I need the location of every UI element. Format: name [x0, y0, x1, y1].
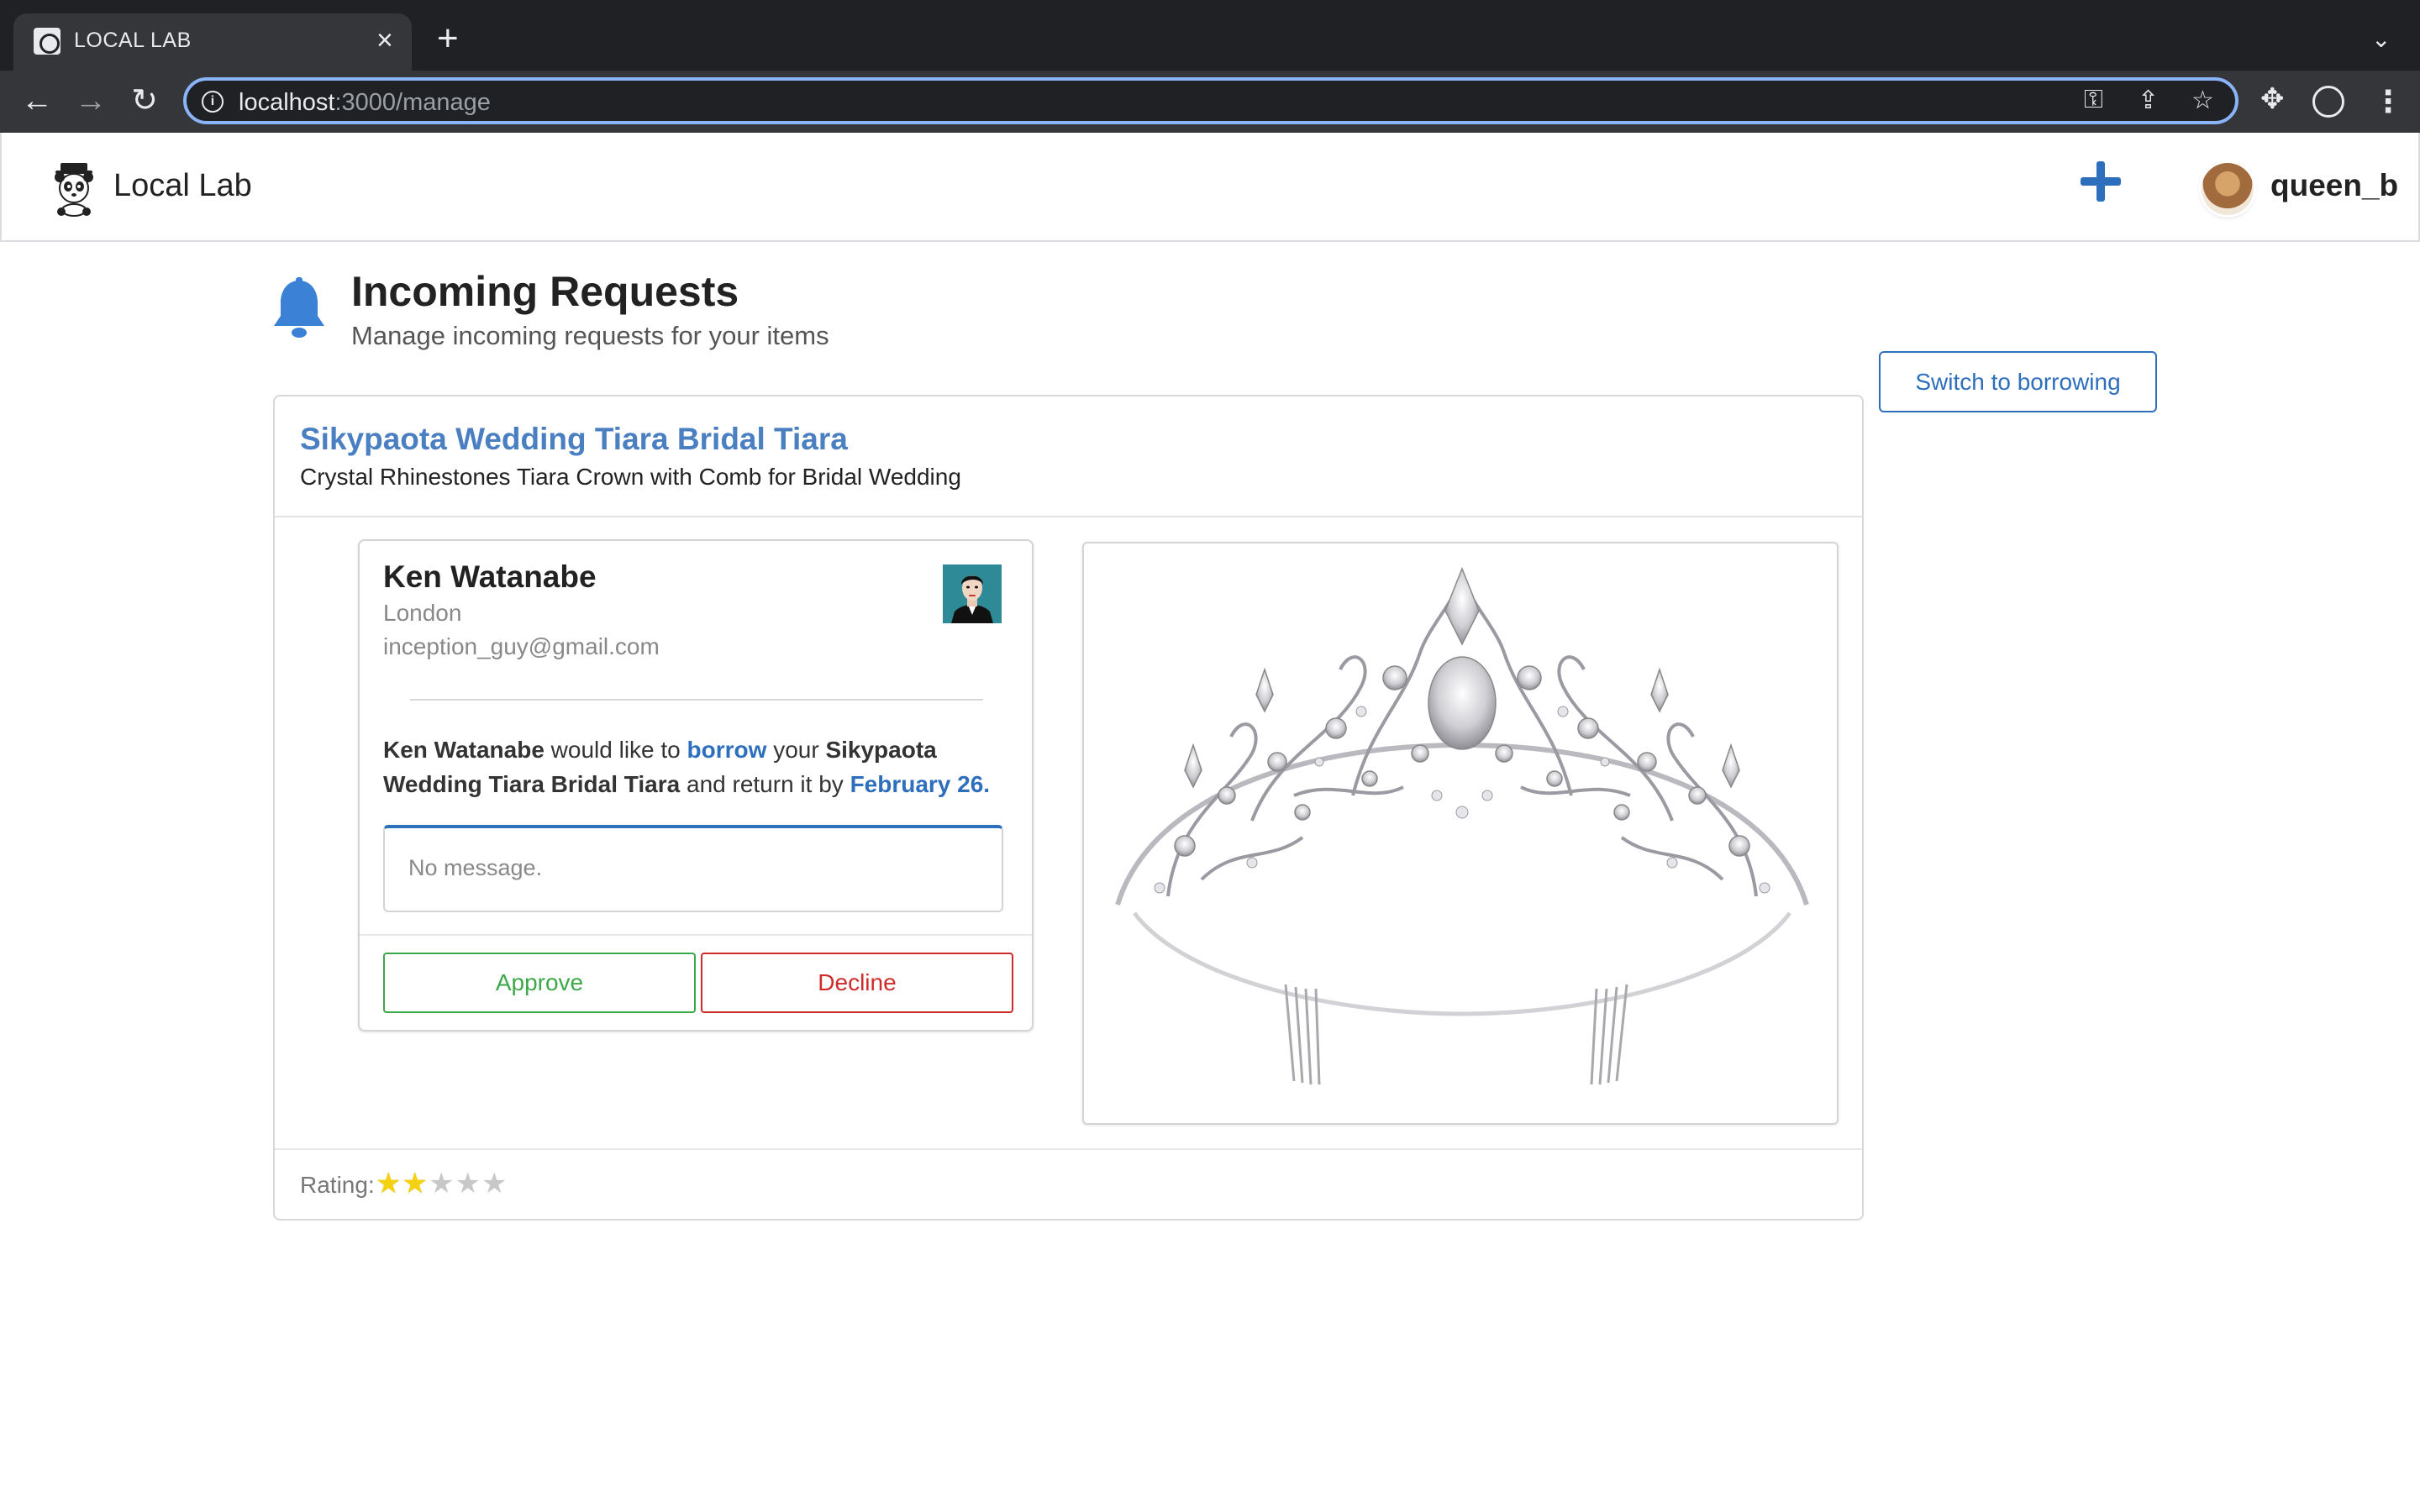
profile-icon[interactable]	[2312, 86, 2344, 118]
url-path: :3000/manage	[334, 89, 491, 116]
requester-avatar	[943, 564, 1002, 623]
browser-tab[interactable]: LOCAL LAB ×	[13, 13, 412, 71]
forward-icon[interactable]: →	[71, 81, 111, 121]
reload-icon[interactable]: ↻	[124, 81, 165, 121]
app-header: Local Lab queen_b	[0, 133, 2420, 242]
url-text[interactable]: localhost:3000/manage	[239, 89, 491, 117]
tab-title: LOCAL LAB	[74, 29, 192, 52]
requester-email: inception_guy@gmail.com	[383, 633, 660, 659]
back-icon[interactable]: ←	[17, 81, 57, 121]
share-icon[interactable]: ⇪	[2138, 86, 2159, 115]
requester-message: No message.	[408, 855, 543, 880]
star-icon: ★	[455, 1168, 481, 1200]
menu-icon[interactable]: ⋮	[2373, 84, 2403, 119]
card-footer: Rating: ★★★★★	[275, 1148, 1862, 1221]
decline-button[interactable]: Decline	[701, 953, 1013, 1013]
page-title: Incoming Requests	[351, 268, 739, 315]
card-header: Sikypaota Wedding Tiara Bridal Tiara Cry…	[275, 396, 1862, 517]
url-host: localhost	[239, 89, 335, 116]
requester-message-box: No message.	[383, 825, 1003, 912]
request-action-word: borrow	[687, 737, 767, 763]
divider	[360, 934, 1032, 936]
item-description: Crystal Rhinestones Tiara Crown with Com…	[300, 464, 961, 490]
item-title-link[interactable]: Sikypaota Wedding Tiara Bridal Tiara	[300, 422, 848, 457]
browser-toolbar: ← → ↻ i localhost:3000/manage ⚿ ⇪ ☆ ✥ ⋮	[0, 71, 2420, 133]
star-icon: ★	[481, 1168, 508, 1200]
approve-button[interactable]: Approve	[383, 953, 696, 1013]
browser-tabstrip: LOCAL LAB × + ⌄	[0, 0, 2420, 71]
user-avatar[interactable]	[2202, 163, 2254, 215]
request-text-part: would like to	[544, 737, 687, 763]
bookmark-star-icon[interactable]: ☆	[2191, 86, 2214, 115]
site-info-icon[interactable]: i	[202, 91, 224, 113]
star-icon: ★	[402, 1168, 428, 1200]
request-return-date: February 26.	[850, 771, 991, 797]
item-image	[1082, 542, 1839, 1125]
borrow-request: Ken Watanabe London inception_guy@gmail.…	[358, 539, 1034, 1032]
add-item-plus-icon[interactable]	[2075, 156, 2126, 207]
request-text-part: your	[766, 737, 826, 763]
rating-label: Rating:	[300, 1172, 375, 1198]
tab-search-icon[interactable]: ⌄	[2371, 25, 2391, 53]
switch-to-borrowing-button[interactable]: Switch to borrowing	[1879, 351, 2157, 412]
request-message-text: Ken Watanabe would like to borrow your S…	[383, 732, 1005, 801]
key-icon[interactable]: ⚿	[2084, 86, 2103, 114]
request-text-part: and return it by	[680, 771, 850, 797]
username[interactable]: queen_b	[2270, 168, 2398, 203]
page-subtitle: Manage incoming requests for your items	[351, 321, 829, 350]
favicon-icon	[34, 28, 60, 55]
address-bar[interactable]: i localhost:3000/manage ⚿ ⇪ ☆	[183, 77, 2238, 124]
new-tab-icon[interactable]: +	[437, 20, 459, 57]
panda-logo-icon[interactable]	[49, 161, 99, 217]
rating-stars: ★★★★★	[376, 1167, 508, 1200]
tiara-image	[1115, 566, 1809, 1085]
requester-location: London	[383, 600, 462, 626]
brand-name[interactable]: Local Lab	[113, 168, 252, 204]
bell-icon	[274, 277, 324, 338]
request-text-name: Ken Watanabe	[383, 737, 544, 763]
requester-name: Ken Watanabe	[383, 559, 597, 594]
divider	[410, 699, 983, 701]
extensions-icon[interactable]: ✥	[2260, 82, 2285, 116]
star-icon: ★	[428, 1168, 455, 1200]
star-icon: ★	[376, 1168, 402, 1200]
close-tab-icon[interactable]: ×	[376, 24, 393, 57]
